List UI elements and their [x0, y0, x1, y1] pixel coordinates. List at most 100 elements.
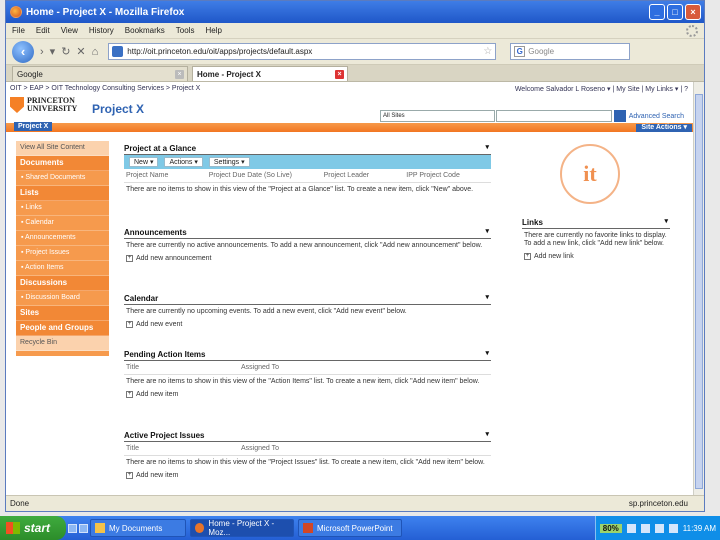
menu-edit[interactable]: Edit	[36, 26, 50, 35]
add-link-link[interactable]: + Add new link	[522, 251, 670, 262]
webpart-menu-icon[interactable]: ▾	[664, 217, 668, 225]
start-button[interactable]: start	[0, 516, 66, 540]
tab-label: Google	[17, 69, 43, 79]
task-firefox[interactable]: Home - Project X - Moz...	[190, 519, 294, 537]
advanced-search-link[interactable]: Advanced Search	[629, 113, 684, 120]
quick-launch-item[interactable]: ▪ Links	[16, 201, 109, 216]
menu-help[interactable]: Help	[205, 26, 221, 35]
empty-message: There are currently no favorite links to…	[524, 232, 667, 247]
quick-launch-link[interactable]: View All Site Content	[16, 141, 109, 156]
search-scope-select[interactable]: All Sites	[380, 110, 495, 122]
task-powerpoint[interactable]: Microsoft PowerPoint	[298, 519, 402, 537]
history-dropdown-icon[interactable]: ▾	[50, 45, 56, 58]
back-button[interactable]: ‹	[12, 40, 34, 63]
site-title[interactable]: Project X	[92, 102, 144, 116]
princeton-logo[interactable]: PRINCETON UNIVERSITY	[10, 97, 77, 113]
url-text: http://oit.princeton.edu/oit/apps/projec…	[127, 47, 313, 56]
add-action-item-link[interactable]: + Add new item	[124, 389, 491, 400]
reload-icon[interactable]: ↻	[61, 45, 70, 58]
tray-icon[interactable]	[640, 523, 650, 533]
quick-launch-item[interactable]: ▪ Announcements	[16, 231, 109, 246]
forward-button[interactable]: ›	[40, 46, 44, 58]
webpart-menu-icon[interactable]: ▾	[485, 430, 489, 438]
glance-title[interactable]: Project at a Glance	[124, 144, 196, 153]
column-header[interactable]: Assigned To	[241, 445, 331, 452]
quick-launch-item[interactable]: ▪ Action Items	[16, 261, 109, 276]
quick-launch-head[interactable]: People and Groups	[16, 321, 109, 336]
settings-menu[interactable]: Settings ▾	[208, 157, 250, 167]
webpart-menu-icon[interactable]: ▾	[485, 143, 489, 151]
calendar-title[interactable]: Calendar	[124, 294, 158, 303]
quick-launch-item[interactable]: ▪ Discussion Board	[16, 291, 109, 306]
clock[interactable]: 11:39 AM	[683, 524, 716, 533]
welcome-menu[interactable]: Welcome Salvador L Roseno ▾ | My Site | …	[515, 85, 688, 93]
quick-launch-item[interactable]: ▪ Project Issues	[16, 246, 109, 261]
issues-title[interactable]: Active Project Issues	[124, 431, 204, 440]
webpart-menu-icon[interactable]: ▾	[485, 227, 489, 235]
add-announcement-link[interactable]: + Add new announcement	[124, 253, 491, 264]
tab-home-project-x[interactable]: Home - Project X ×	[192, 66, 348, 81]
column-header[interactable]: Project Name	[126, 172, 209, 179]
add-issue-link[interactable]: + Add new item	[124, 470, 491, 481]
column-header[interactable]: Project Due Date (So Live)	[209, 172, 324, 179]
breadcrumb[interactable]: OIT > EAP > OIT Technology Consulting Se…	[10, 85, 200, 92]
close-tab-icon[interactable]: ×	[335, 70, 344, 79]
scroll-thumb[interactable]	[695, 94, 703, 489]
quick-launch-head[interactable]: Lists	[16, 186, 109, 201]
site-search-input[interactable]	[496, 110, 612, 122]
tray-icon[interactable]	[654, 523, 664, 533]
throbber-icon	[686, 25, 698, 37]
show-desktop-icon[interactable]	[68, 523, 77, 533]
column-header[interactable]: Title	[126, 364, 241, 371]
links-title[interactable]: Links	[522, 218, 543, 227]
stop-icon[interactable]: ✕	[76, 45, 85, 58]
column-header[interactable]: IPP Project Code	[406, 172, 489, 179]
menu-bookmarks[interactable]: Bookmarks	[125, 26, 165, 35]
announcements-title[interactable]: Announcements	[124, 228, 187, 237]
empty-message: There are no items to show in this view …	[126, 459, 485, 466]
maximize-button[interactable]: □	[667, 4, 683, 20]
start-label: start	[24, 521, 51, 535]
quick-launch-item[interactable]: ▪ Shared Documents	[16, 171, 109, 186]
site-tab[interactable]: Project X	[14, 122, 53, 131]
column-header[interactable]: Assigned To	[241, 364, 331, 371]
search-go-icon[interactable]	[614, 110, 626, 122]
ie-icon[interactable]	[79, 523, 88, 533]
column-header[interactable]: Project Leader	[324, 172, 407, 179]
site-actions-menu[interactable]: Site Actions ▾	[636, 124, 692, 132]
add-label: Add new event	[136, 321, 183, 328]
close-tab-icon[interactable]: ×	[175, 70, 184, 79]
tray-icon[interactable]	[626, 523, 636, 533]
column-header[interactable]: Title	[126, 445, 241, 452]
menu-file[interactable]: File	[12, 26, 25, 35]
quick-launch-head[interactable]: Discussions	[16, 276, 109, 291]
menu-tools[interactable]: Tools	[176, 26, 195, 35]
quick-launch-link[interactable]: Recycle Bin	[16, 336, 109, 351]
add-event-link[interactable]: + Add new event	[124, 319, 491, 330]
menu-history[interactable]: History	[89, 26, 114, 35]
quick-launch-head[interactable]: Documents	[16, 156, 109, 171]
home-icon[interactable]: ⌂	[92, 46, 99, 58]
quick-launch-head[interactable]: Sites	[16, 306, 109, 321]
url-bar[interactable]: http://oit.princeton.edu/oit/apps/projec…	[108, 43, 497, 60]
quick-launch-item[interactable]: ▪ Calendar	[16, 216, 109, 231]
tab-google[interactable]: Google ×	[12, 66, 188, 81]
new-menu[interactable]: New ▾	[129, 157, 159, 167]
battery-indicator[interactable]: 80%	[599, 523, 622, 533]
bookmark-star-icon[interactable]: ☆	[483, 46, 495, 57]
window-controls: _ □ ×	[649, 4, 701, 20]
task-my-documents[interactable]: My Documents	[90, 519, 186, 537]
menu-view[interactable]: View	[61, 26, 78, 35]
actions-menu[interactable]: Actions ▾	[164, 157, 203, 167]
tray-icon[interactable]	[668, 523, 678, 533]
logo-line-2: UNIVERSITY	[27, 104, 78, 113]
webpart-menu-icon[interactable]: ▾	[485, 293, 489, 301]
empty-message: There are no items to show in this view …	[126, 186, 474, 193]
empty-message: There are currently no upcoming events. …	[126, 308, 407, 315]
pending-title[interactable]: Pending Action Items	[124, 350, 206, 359]
webpart-menu-icon[interactable]: ▾	[485, 349, 489, 357]
vertical-scrollbar[interactable]	[693, 82, 704, 497]
close-button[interactable]: ×	[685, 4, 701, 20]
minimize-button[interactable]: _	[649, 4, 665, 20]
search-bar[interactable]: G Google	[510, 43, 631, 60]
